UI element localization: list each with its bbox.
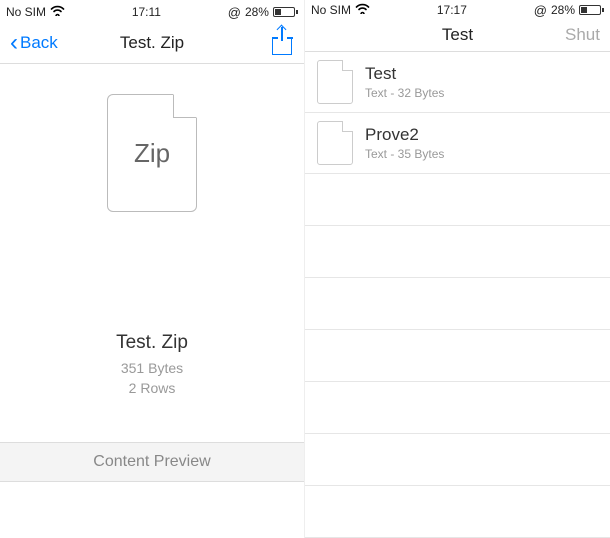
status-right: @ 28%	[228, 5, 298, 20]
list-item-empty	[305, 330, 610, 382]
item-subtitle: Text - 35 Bytes	[365, 147, 444, 161]
status-bar: No SIM 17:11 @ 28%	[0, 0, 304, 22]
chevron-left-icon: ‹	[10, 31, 18, 55]
phone-right-screen: No SIM 17:17 @ 28% Test Shut Test Text -…	[305, 0, 610, 538]
file-rows: 2 Rows	[129, 380, 176, 396]
nav-bar: ‹ Back Test. Zip	[0, 22, 304, 64]
alarm-icon: @	[228, 5, 241, 20]
status-right: @ 28%	[534, 3, 604, 18]
item-subtitle: Text - 32 Bytes	[365, 86, 444, 100]
item-title: Test	[365, 64, 444, 84]
share-arrow-icon	[281, 27, 283, 41]
item-title: Prove2	[365, 125, 444, 145]
wifi-icon	[355, 3, 370, 17]
list-item-empty	[305, 382, 610, 434]
file-icon	[317, 60, 353, 104]
file-icon	[317, 121, 353, 165]
wifi-icon	[50, 5, 65, 19]
file-preview: Zip Test. Zip 351 Bytes 2 Rows Content P…	[0, 64, 304, 538]
list-item[interactable]: Test Text - 32 Bytes	[305, 52, 610, 113]
file-fold-icon	[173, 94, 197, 118]
battery-icon	[579, 5, 604, 15]
status-bar: No SIM 17:17 @ 28%	[305, 0, 610, 18]
battery-icon	[273, 7, 298, 17]
file-type-icon: Zip	[107, 94, 197, 212]
share-button[interactable]	[272, 31, 294, 55]
list-item[interactable]: Prove2 Text - 35 Bytes	[305, 113, 610, 174]
carrier-text: No SIM	[311, 3, 351, 17]
back-button[interactable]: ‹ Back	[10, 31, 58, 55]
status-time: 17:17	[437, 3, 467, 17]
shut-button[interactable]: Shut	[565, 25, 600, 45]
back-label: Back	[20, 33, 58, 53]
file-type-label: Zip	[134, 138, 170, 169]
list-item-empty	[305, 434, 610, 486]
nav-bar: Test Shut	[305, 18, 610, 52]
share-icon	[272, 39, 292, 55]
status-left: No SIM	[6, 5, 65, 19]
content-preview-header: Content Preview	[0, 442, 304, 482]
list-item-empty	[305, 226, 610, 278]
status-time: 17:11	[132, 5, 161, 19]
file-size: 351 Bytes	[121, 360, 183, 376]
phone-left-screen: No SIM 17:11 @ 28% ‹ Back Test. Zip Zip	[0, 0, 305, 538]
file-list: Test Text - 32 Bytes Prove2 Text - 35 By…	[305, 52, 610, 538]
list-item-empty	[305, 278, 610, 330]
status-left: No SIM	[311, 3, 370, 17]
battery-percent: 28%	[551, 3, 575, 17]
carrier-text: No SIM	[6, 5, 46, 19]
battery-percent: 28%	[245, 5, 269, 19]
list-item-empty	[305, 174, 610, 226]
list-item-empty	[305, 486, 610, 538]
alarm-icon: @	[534, 3, 547, 18]
file-name: Test. Zip	[116, 332, 188, 354]
